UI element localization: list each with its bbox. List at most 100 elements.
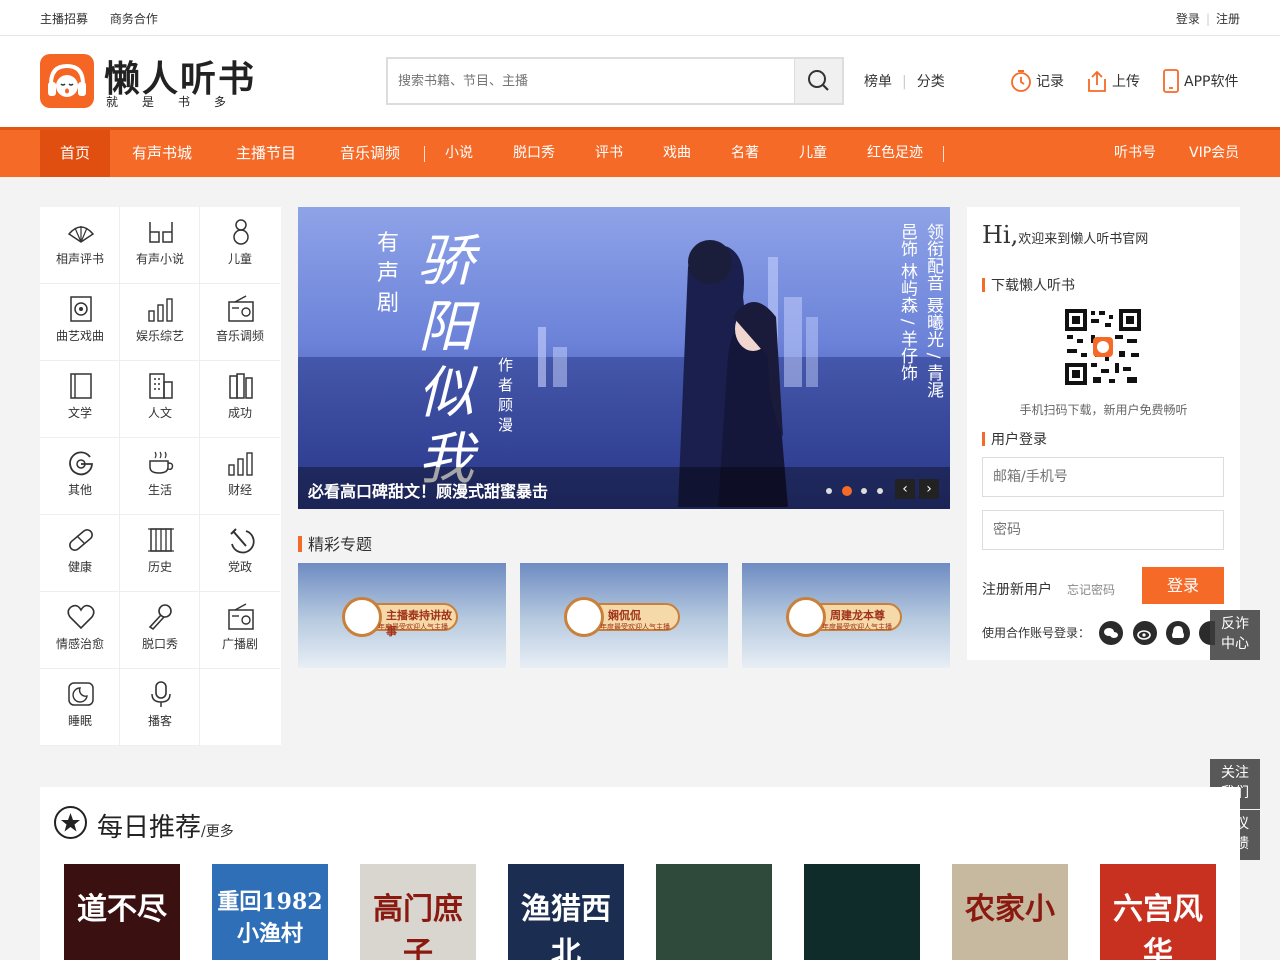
topic-avatar bbox=[564, 597, 604, 637]
rank-link[interactable]: 榜单 bbox=[864, 74, 892, 90]
password-input[interactable] bbox=[982, 510, 1224, 550]
history-label: 记录 bbox=[1036, 74, 1064, 90]
nav-opera[interactable]: 戏曲 bbox=[663, 130, 691, 177]
nav-audiobook-store[interactable]: 有声书城 bbox=[132, 130, 192, 177]
nav-music-fm[interactable]: 音乐调频 bbox=[340, 130, 400, 177]
more-link[interactable]: /更多 bbox=[201, 824, 234, 840]
fan-icon bbox=[67, 226, 95, 243]
register-new-user-link[interactable]: 注册新用户 bbox=[982, 579, 1052, 599]
wechat-login-icon[interactable] bbox=[1099, 621, 1123, 645]
qq-login-icon[interactable] bbox=[1166, 621, 1190, 645]
book-icon bbox=[70, 373, 92, 399]
microphone-icon bbox=[148, 604, 172, 631]
book-cover[interactable] bbox=[656, 864, 772, 960]
category-literature[interactable]: 文学 bbox=[40, 361, 120, 438]
nav-anchor-programs[interactable]: 主播节目 bbox=[236, 130, 296, 177]
login-panel: Hi,欢迎来到懒人听书官网 下载懒人听书 手机扫码下载，新用户免费畅听 用户登录… bbox=[967, 207, 1240, 660]
star-icon bbox=[54, 806, 87, 839]
app-download-button[interactable]: APP软件 bbox=[1162, 69, 1238, 93]
category-entertainment[interactable]: 娱乐综艺 bbox=[120, 284, 200, 361]
weibo-login-icon[interactable] bbox=[1133, 621, 1157, 645]
category-health[interactable]: 健康 bbox=[40, 515, 120, 592]
nav-children[interactable]: 儿童 bbox=[799, 130, 827, 177]
book-cover-title: 六宫风华 bbox=[1113, 892, 1203, 960]
category-audio-novel[interactable]: 有声小说 bbox=[120, 207, 200, 284]
search-button[interactable] bbox=[794, 59, 842, 103]
banner-caption[interactable]: 必看高口碑甜文！顾漫式甜蜜暴击 bbox=[308, 478, 548, 502]
carousel-dot[interactable] bbox=[861, 488, 867, 494]
category-humanities[interactable]: 人文 bbox=[120, 361, 200, 438]
category-radio-drama[interactable]: 广播剧 bbox=[200, 592, 280, 669]
category-label: 睡眠 bbox=[67, 714, 92, 728]
upload-button[interactable]: 上传 bbox=[1086, 69, 1140, 93]
category-life[interactable]: 生活 bbox=[120, 438, 200, 515]
search-input[interactable] bbox=[388, 59, 794, 103]
category-finance[interactable]: 财经 bbox=[200, 438, 280, 515]
login-button[interactable]: 登录 bbox=[1142, 567, 1224, 604]
daily-title: 每日推荐/更多 bbox=[97, 807, 234, 844]
speaker-icon bbox=[70, 296, 92, 322]
email-phone-input[interactable] bbox=[982, 457, 1224, 497]
anti-fraud-button[interactable]: 反诈 中心 bbox=[1210, 610, 1260, 660]
category-talkshow[interactable]: 脱口秀 bbox=[120, 592, 200, 669]
topic-sub: 年度最受欢迎人气主播 bbox=[822, 623, 892, 631]
book-cover[interactable]: 道不尽 bbox=[64, 864, 180, 960]
category-music-fm[interactable]: 音乐调频 bbox=[200, 284, 280, 361]
nav-novel[interactable]: 小说 bbox=[445, 130, 473, 177]
book-cover[interactable]: 高门庶子 bbox=[360, 864, 476, 960]
welcome-message: 欢迎来到懒人听书官网 bbox=[1018, 232, 1149, 247]
nav-vip[interactable]: VIP会员 bbox=[1189, 130, 1239, 177]
nav-pingshu[interactable]: 评书 bbox=[595, 130, 623, 177]
history-button[interactable]: 记录 bbox=[1010, 69, 1064, 93]
topic-card[interactable]: 娴侃侃 年度最受欢迎人气主播 bbox=[520, 563, 728, 668]
moon-icon bbox=[68, 682, 94, 706]
category-xiangsheng[interactable]: 相声评书 bbox=[40, 207, 120, 284]
book-cover[interactable]: 六宫风华 bbox=[1100, 864, 1216, 960]
category-label: 有声小说 bbox=[135, 252, 184, 266]
category-quyi[interactable]: 曲艺戏曲 bbox=[40, 284, 120, 361]
account-links: 登录 | 注册 bbox=[1176, 10, 1240, 27]
category-other[interactable]: 其他 bbox=[40, 438, 120, 515]
topic-card[interactable]: 主播泰持讲故事 年度最受欢迎人气主播 bbox=[298, 563, 506, 668]
forgot-password-link[interactable]: 忘记密码 bbox=[1067, 581, 1115, 598]
category-children[interactable]: 儿童 bbox=[200, 207, 280, 284]
header: 懒人听书 就是书多 榜单|分类 记录 上传 bbox=[0, 36, 1280, 127]
category-emotional-healing[interactable]: 情感治愈 bbox=[40, 592, 120, 669]
book-cover[interactable]: 农家小 bbox=[952, 864, 1068, 960]
nav-red-footprints[interactable]: 红色足迹 bbox=[867, 130, 923, 177]
category-history[interactable]: 历史 bbox=[120, 515, 200, 592]
nav-classics[interactable]: 名著 bbox=[731, 130, 759, 177]
login-link[interactable]: 登录 bbox=[1176, 12, 1200, 26]
topic-sub: 年度最受欢迎人气主播 bbox=[600, 623, 670, 631]
hero-banner[interactable]: 有声剧 骄阳似我 作者 顾漫 领衔配音 聂曦光 / 青浘邑饰 林屿森 / 羊仔饰… bbox=[298, 207, 950, 509]
book-cover-title: 农家小 bbox=[965, 892, 1055, 927]
business-link[interactable]: 商务合作 bbox=[110, 12, 158, 26]
nav-talkshow[interactable]: 脱口秀 bbox=[513, 130, 555, 177]
category-party-politics[interactable]: 党政 bbox=[200, 515, 280, 592]
qr-tip: 手机扫码下载，新用户免费畅听 bbox=[1019, 403, 1188, 417]
nav-home[interactable]: 首页 bbox=[40, 130, 111, 177]
category-success[interactable]: 成功 bbox=[200, 361, 280, 438]
daily-title-text: 每日推荐 bbox=[97, 813, 202, 843]
carousel-dot[interactable] bbox=[826, 488, 832, 494]
download-title-text: 下载懒人听书 bbox=[991, 278, 1075, 294]
category-podcast[interactable]: 播客 bbox=[120, 669, 200, 746]
book-cover[interactable] bbox=[804, 864, 920, 960]
carousel-next-button[interactable]: › bbox=[919, 479, 939, 499]
carousel-prev-button[interactable]: ‹ bbox=[895, 479, 915, 499]
category-link[interactable]: 分类 bbox=[917, 74, 945, 90]
logo-headphones-icon[interactable] bbox=[40, 54, 94, 108]
carousel-dot-active[interactable] bbox=[842, 486, 852, 496]
book-cover[interactable]: 渔猎西北 bbox=[508, 864, 624, 960]
topic-card[interactable]: 周建龙本尊 年度最受欢迎人气主播 bbox=[742, 563, 950, 668]
anchor-recruit-link[interactable]: 主播招募 bbox=[40, 12, 88, 26]
category-sleep[interactable]: 睡眠 bbox=[40, 669, 120, 746]
carousel-dot[interactable] bbox=[877, 488, 883, 494]
topic-badge: 周建龙本尊 年度最受欢迎人气主播 bbox=[786, 597, 902, 637]
book-cover[interactable]: 重回1982小渔村 bbox=[212, 864, 328, 960]
heart-icon bbox=[67, 604, 95, 630]
nav-tingshu-id[interactable]: 听书号 bbox=[1114, 130, 1156, 177]
upload-icon bbox=[1088, 70, 1106, 92]
topic-badge: 主播泰持讲故事 年度最受欢迎人气主播 bbox=[342, 597, 458, 638]
register-link[interactable]: 注册 bbox=[1216, 12, 1240, 26]
